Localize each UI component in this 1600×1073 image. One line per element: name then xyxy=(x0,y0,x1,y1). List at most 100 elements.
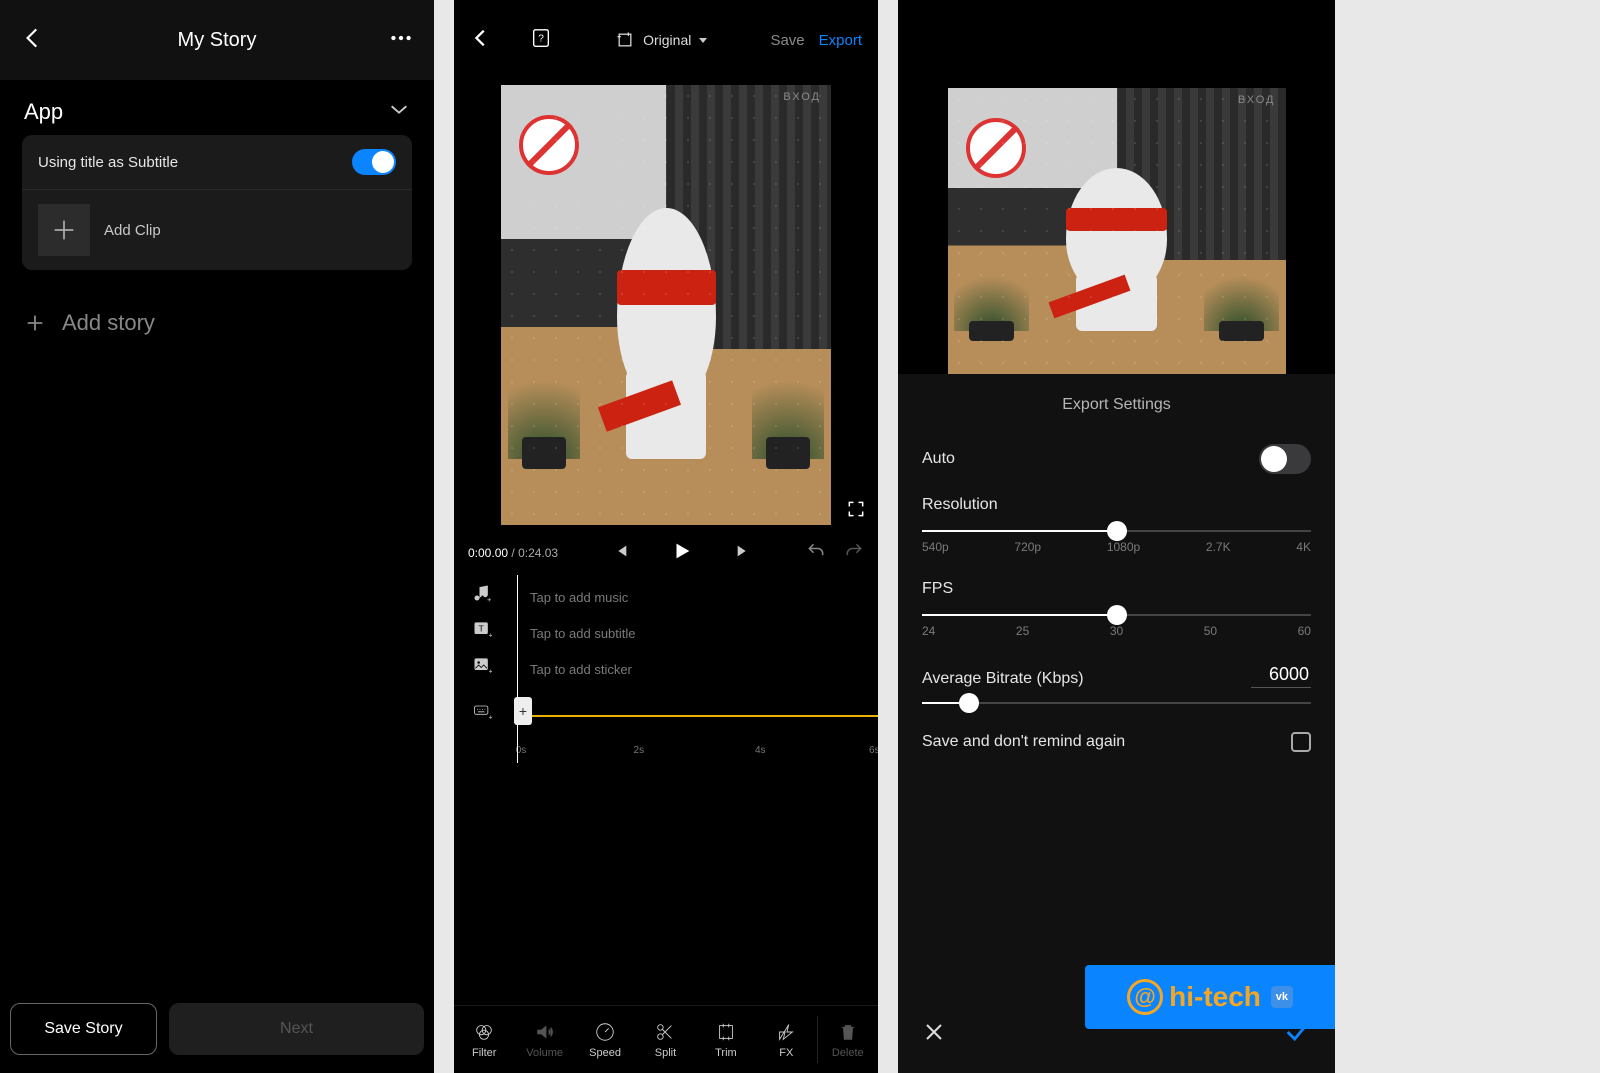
fullscreen-button[interactable] xyxy=(846,499,866,524)
watermark: @ hi-tech vk xyxy=(1085,965,1335,1029)
bitrate-slider[interactable] xyxy=(922,702,1311,704)
add-story-label: Add story xyxy=(62,310,155,336)
screen-editor: ? Original Save Export ВХОД xyxy=(454,0,878,1073)
trash-icon xyxy=(837,1021,859,1043)
time-display: 0:00.00 / 0:24.03 xyxy=(468,546,558,560)
music-icon[interactable]: + xyxy=(454,583,510,603)
transport-bar: 0:00.00 / 0:24.03 xyxy=(454,530,878,575)
filter-tool[interactable]: Filter xyxy=(454,1006,514,1073)
plus-icon xyxy=(24,312,46,334)
add-clip-handle[interactable]: + xyxy=(514,697,532,725)
sticker-icon[interactable]: + xyxy=(454,655,510,675)
page-title: My Story xyxy=(178,29,257,52)
help-button[interactable]: ? xyxy=(530,27,552,54)
editor-header: ? Original Save Export xyxy=(454,0,878,80)
auto-label: Auto xyxy=(922,450,955,468)
vk-icon: vk xyxy=(1271,986,1293,1008)
toggle-label: Using title as Subtitle xyxy=(38,154,178,171)
preview-image: ВХОД xyxy=(501,85,831,525)
duration: 0:24.03 xyxy=(518,546,558,560)
preview-area: ВХОД xyxy=(454,80,878,530)
aspect-label: Original xyxy=(643,32,691,48)
fx-icon xyxy=(775,1021,797,1043)
save-story-button[interactable]: Save Story xyxy=(10,1003,157,1055)
split-icon xyxy=(654,1021,676,1043)
image-badge: ВХОД xyxy=(1238,94,1276,106)
trim-tool[interactable]: Trim xyxy=(696,1006,756,1073)
undo-button[interactable] xyxy=(806,541,826,564)
chevron-down-icon xyxy=(388,98,410,125)
split-tool[interactable]: Split xyxy=(635,1006,695,1073)
next-button[interactable]: Next xyxy=(169,1003,424,1055)
section-header[interactable]: App xyxy=(0,80,434,135)
add-story-button[interactable]: Add story xyxy=(0,290,434,356)
current-time: 0:00.00 xyxy=(468,546,508,560)
svg-text:T: T xyxy=(479,624,484,634)
bitrate-label: Average Bitrate (Kbps) xyxy=(922,670,1084,688)
fps-label: FPS xyxy=(922,580,1311,598)
speed-tool[interactable]: Speed xyxy=(575,1006,635,1073)
panel-title: Export Settings xyxy=(922,396,1311,414)
timeline: + Tap to add music T+ Tap to add subtitl… xyxy=(454,575,878,763)
preview-image: ВХОД xyxy=(948,88,1286,374)
fx-tool[interactable]: FX xyxy=(756,1006,816,1073)
svg-text:+: + xyxy=(489,630,492,639)
video-preview[interactable]: ВХОД xyxy=(501,85,831,525)
add-clip-label: Add Clip xyxy=(104,222,161,239)
story-card: Using title as Subtitle Add Clip xyxy=(22,135,412,270)
screen-export-settings: ВХОД Export Settings Auto Resolution 540… xyxy=(898,0,1335,1073)
save-button[interactable]: Save xyxy=(770,32,804,49)
clip-thumbnails[interactable]: 24.03s xyxy=(522,715,878,717)
subtitle-toggle-row: Using title as Subtitle xyxy=(22,135,412,190)
slider-thumb[interactable] xyxy=(1107,605,1127,625)
volume-tool[interactable]: Volume xyxy=(514,1006,574,1073)
aspect-ratio-dropdown[interactable]: Original xyxy=(615,30,707,50)
header: My Story xyxy=(0,0,434,80)
subtitle-toggle[interactable] xyxy=(352,149,396,175)
at-icon: @ xyxy=(1127,979,1163,1015)
auto-toggle[interactable] xyxy=(1259,444,1311,474)
trim-icon xyxy=(715,1021,737,1043)
filter-icon xyxy=(473,1021,495,1043)
dropdown-caret-icon xyxy=(699,38,707,43)
toolbar: Filter Volume Speed Split Trim FX Delete xyxy=(454,1005,878,1073)
resolution-slider[interactable] xyxy=(922,530,1311,532)
slider-thumb[interactable] xyxy=(959,693,979,713)
screen-my-story: My Story App Using title as Subtitle Add… xyxy=(0,0,434,1073)
dont-remind-label: Save and don't remind again xyxy=(922,733,1125,751)
image-badge: ВХОД xyxy=(783,91,821,103)
dont-remind-checkbox[interactable] xyxy=(1291,732,1311,752)
export-button[interactable]: Export xyxy=(819,32,862,49)
slider-thumb[interactable] xyxy=(1107,521,1127,541)
time-ruler: 0s 2s 4s 6s xyxy=(510,739,878,763)
back-button[interactable] xyxy=(470,27,492,54)
add-clip-button[interactable]: Add Clip xyxy=(22,190,412,270)
resolution-ticks: 540p 720p 1080p 2.7K 4K xyxy=(922,540,1311,554)
speed-icon xyxy=(594,1021,616,1043)
close-button[interactable] xyxy=(922,1020,946,1049)
export-panel: Export Settings Auto Resolution 540p 720… xyxy=(898,374,1335,1073)
play-button[interactable] xyxy=(671,540,693,565)
delete-tool[interactable]: Delete xyxy=(818,1006,878,1073)
dont-remind-row: Save and don't remind again xyxy=(922,732,1311,752)
next-frame-button[interactable] xyxy=(735,543,751,562)
auto-row: Auto xyxy=(922,444,1311,474)
preview-crop: ВХОД xyxy=(898,0,1335,374)
volume-icon xyxy=(534,1021,556,1043)
fps-slider[interactable] xyxy=(922,614,1311,616)
svg-text:+: + xyxy=(489,712,492,721)
bitrate-field[interactable]: 6000 xyxy=(1251,664,1311,688)
plus-icon xyxy=(38,204,90,256)
svg-text:+: + xyxy=(487,595,492,603)
section-label: App xyxy=(24,99,63,125)
text-icon[interactable]: T+ xyxy=(454,619,510,639)
keyboard-icon[interactable]: + xyxy=(454,701,510,721)
playhead[interactable] xyxy=(517,575,518,763)
resolution-label: Resolution xyxy=(922,496,1311,514)
more-button[interactable] xyxy=(388,25,414,56)
redo-button[interactable] xyxy=(844,541,864,564)
bottom-bar: Save Story Next xyxy=(10,1003,424,1055)
prev-frame-button[interactable] xyxy=(613,543,629,562)
back-button[interactable] xyxy=(20,25,46,56)
svg-text:?: ? xyxy=(538,33,544,44)
